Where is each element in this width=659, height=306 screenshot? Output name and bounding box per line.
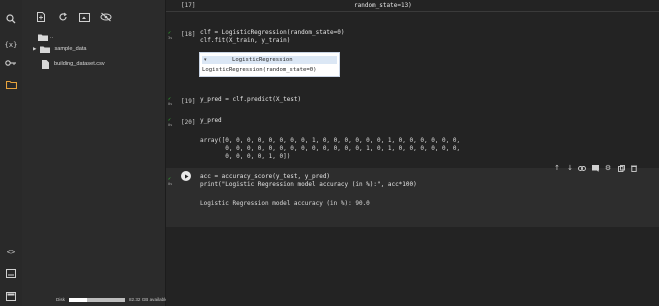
cell-17-code-tail: random_state=13): [354, 2, 412, 9]
collapse-arrow-icon[interactable]: ▾: [204, 56, 207, 64]
cell-19-prompt: [19]: [181, 98, 196, 105]
exec-time: 0s: [168, 123, 173, 127]
run-cell-button[interactable]: [181, 171, 191, 181]
exec-time: 3s: [168, 36, 173, 40]
delete-icon[interactable]: [630, 163, 638, 173]
cell-20-code[interactable]: y_pred: [200, 117, 222, 125]
cell-acc-status: ✓ 0s: [168, 177, 178, 187]
new-file-icon[interactable]: [33, 9, 49, 25]
estimator-title: LogisticRegression: [232, 57, 293, 63]
code-line: y_pred: [200, 117, 222, 124]
code-snippets-icon[interactable]: <>: [2, 243, 20, 261]
variables-icon[interactable]: {x}: [2, 36, 20, 54]
mirror-cell-icon[interactable]: [617, 163, 625, 173]
output-line: 0, 0, 0, 0, 0, 0, 0, 0, 0, 0, 0, 0, 0, 1…: [200, 145, 461, 152]
play-icon: [184, 174, 188, 178]
search-icon[interactable]: [2, 10, 20, 28]
output-line: 0, 0, 0, 0, 1, 0]): [200, 153, 291, 160]
colab-window: {x} <> .. ▶ sample_data building_dataset…: [0, 0, 659, 306]
cell-acc-code[interactable]: acc = accuracy_score(y_test, y_pred) pri…: [200, 173, 417, 189]
cell-divider: [166, 11, 659, 12]
hide-icon[interactable]: [98, 9, 114, 25]
comment-icon[interactable]: [591, 163, 599, 173]
disk-usage-fill: [68, 297, 88, 302]
estimator-widget-header[interactable]: ▾ LogisticRegression: [202, 56, 337, 64]
move-up-icon[interactable]: ↑: [553, 163, 561, 173]
cell-18-code[interactable]: clf = LogisticRegression(random_state=0)…: [200, 29, 345, 45]
link-icon[interactable]: [578, 163, 586, 173]
cell-19-code[interactable]: y_pred = clf.predict(X_test): [200, 96, 301, 104]
tree-item-label: sample_data: [54, 46, 87, 52]
output-line: array([0, 0, 0, 0, 0, 0, 0, 0, 1, 0, 0, …: [200, 137, 461, 144]
cell-20-prompt: [20]: [181, 119, 196, 126]
code-line: y_pred = clf.predict(X_test): [200, 96, 302, 103]
code-line: acc = accuracy_score(y_test, y_pred): [200, 173, 331, 180]
tree-item-sample-data[interactable]: ▶ sample_data: [33, 42, 87, 56]
command-palette-icon[interactable]: [2, 264, 20, 282]
cell-19-status: ✓ 0s: [168, 97, 178, 107]
folder-icon[interactable]: [2, 75, 20, 93]
parent-folder-icon: [38, 34, 48, 41]
disk-usage-bar: [68, 297, 125, 302]
tree-item-label: building_dataset.csv: [54, 61, 105, 67]
move-down-icon[interactable]: ↓: [566, 163, 574, 173]
tree-item-building-dataset[interactable]: building_dataset.csv: [42, 57, 105, 71]
cell-20-status: ✓ 0s: [168, 118, 178, 128]
code-line: print("Logistic Regression model accurac…: [200, 181, 417, 188]
files-panel: .. ▶ sample_data building_dataset.csv Di…: [22, 0, 168, 306]
disk-usage: Disk 82.32 GB available: [56, 297, 168, 302]
tree-parent-label: ..: [50, 34, 54, 40]
cell-18-status: ✓ 3s: [168, 31, 178, 41]
terminal-icon[interactable]: [2, 287, 20, 305]
settings-icon[interactable]: ⚙: [604, 163, 612, 173]
refresh-icon[interactable]: [55, 9, 71, 25]
exec-time: 0s: [168, 102, 173, 106]
code-line: clf = LogisticRegression(random_state=0): [200, 29, 345, 36]
code-line: clf.fit(X_train, y_train): [200, 37, 291, 44]
upload-icon[interactable]: [76, 9, 92, 25]
file-icon: [42, 59, 49, 69]
left-icon-rail: {x} <>: [0, 0, 22, 306]
disk-label: Disk: [56, 297, 65, 302]
cell-toolbar: ↑ ↓ ⚙: [548, 163, 659, 173]
cell-17-prompt: [17]: [181, 2, 196, 9]
expand-arrow-icon[interactable]: ▶: [33, 46, 36, 52]
cell-18-prompt: [18]: [181, 31, 196, 38]
cell-20-output: array([0, 0, 0, 0, 0, 0, 0, 0, 1, 0, 0, …: [200, 137, 460, 161]
key-icon[interactable]: [2, 54, 20, 72]
exec-time: 0s: [168, 182, 173, 186]
disk-available-text: 82.32 GB available: [128, 297, 168, 302]
estimator-repr: LogisticRegression(random_state=0): [202, 67, 317, 73]
estimator-widget[interactable]: ▾ LogisticRegression LogisticRegression(…: [199, 52, 340, 77]
cell-acc-output: Logistic Regression model accuracy (in %…: [200, 200, 370, 207]
folder-icon: [40, 46, 51, 53]
